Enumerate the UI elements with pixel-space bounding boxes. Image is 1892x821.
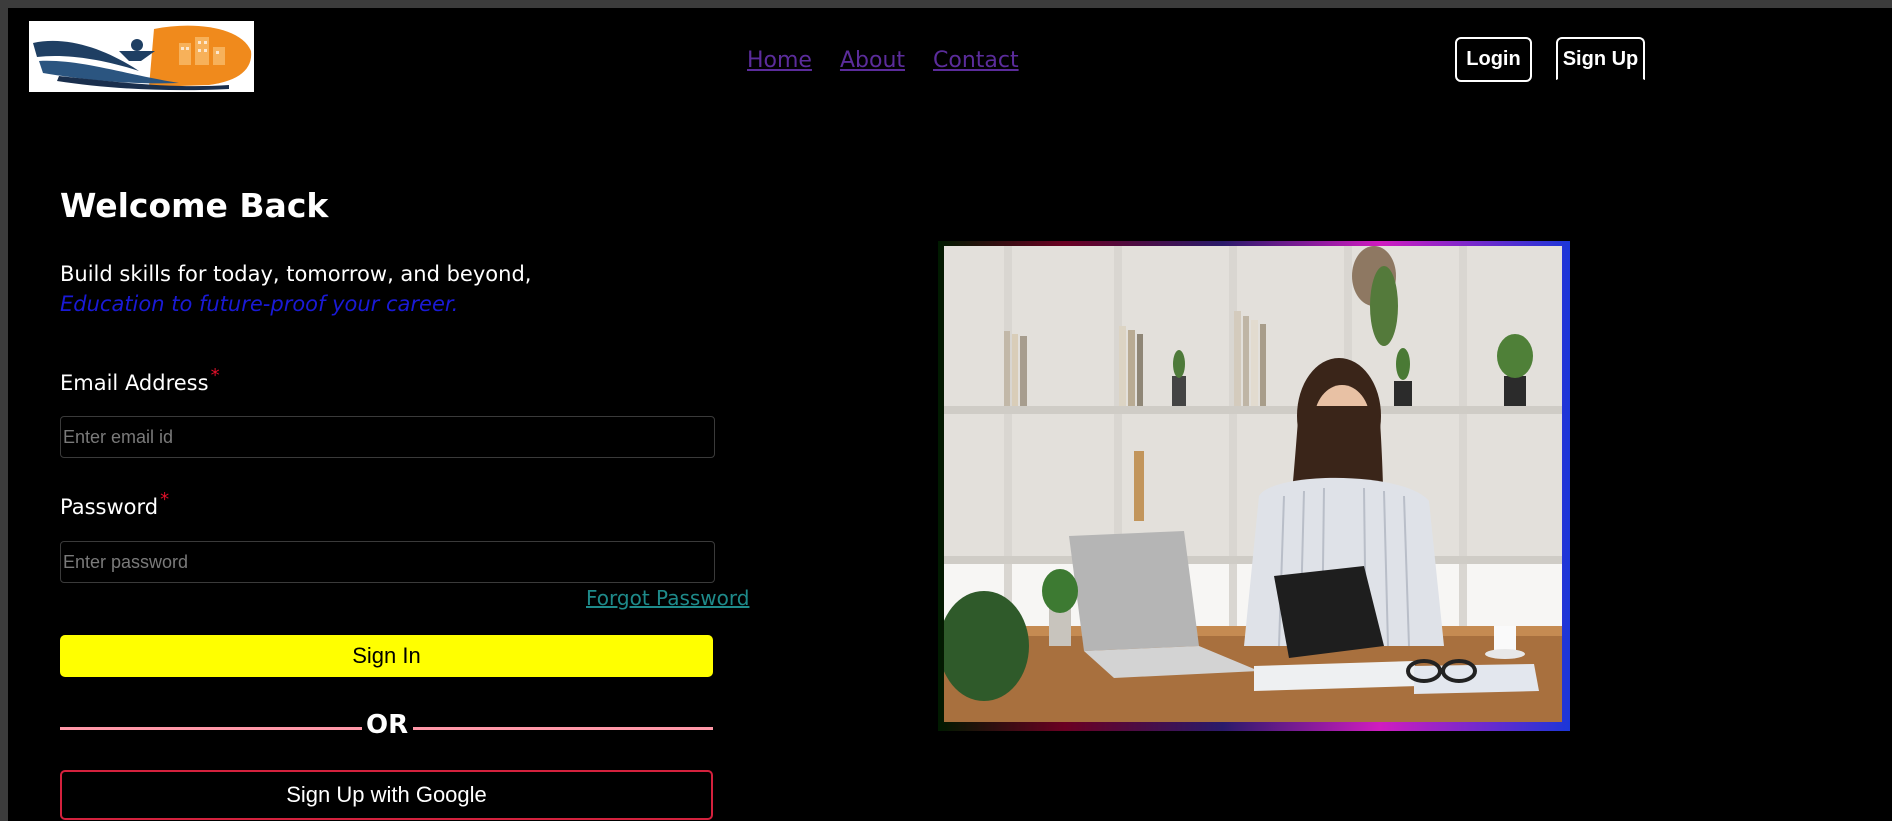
or-divider-text: OR (366, 710, 409, 740)
password-required-marker: * (160, 489, 170, 510)
forgot-password-link[interactable]: Forgot Password (586, 586, 749, 610)
site-logo[interactable] (29, 21, 254, 92)
password-input[interactable] (60, 541, 715, 583)
window-frame-left (0, 0, 8, 821)
email-input[interactable] (60, 416, 715, 458)
or-divider-line-left (60, 727, 362, 730)
hero-photo-frame (938, 241, 1570, 731)
sign-in-button[interactable]: Sign In (60, 635, 713, 677)
hero-photo-illustration (944, 246, 1562, 722)
nav-about-link[interactable]: About (840, 48, 905, 73)
woman-at-desk-photo-icon (944, 246, 1562, 722)
password-label: Password * (60, 489, 169, 519)
password-label-text: Password (60, 495, 159, 519)
login-button[interactable]: Login (1455, 37, 1532, 82)
page-subtitle: Build skills for today, tomorrow, and be… (60, 262, 532, 286)
page-viewport: Home About Contact Login Sign Up Welcome… (8, 8, 1892, 821)
page-title: Welcome Back (60, 186, 329, 225)
education-logo-icon (29, 21, 254, 92)
window-frame-top (0, 0, 1892, 8)
email-label: Email Address * (60, 365, 220, 395)
nav-home-link[interactable]: Home (747, 48, 812, 73)
google-signup-button[interactable]: Sign Up with Google (60, 770, 713, 820)
signup-button[interactable]: Sign Up (1556, 37, 1645, 80)
email-required-marker: * (210, 365, 220, 386)
email-label-text: Email Address (60, 371, 209, 395)
nav-contact-link[interactable]: Contact (933, 48, 1019, 73)
or-divider: OR (60, 710, 713, 746)
page-tagline: Education to future-proof your career. (60, 292, 459, 316)
or-divider-line-right (413, 727, 713, 730)
main-nav: Home About Contact (747, 48, 1019, 73)
